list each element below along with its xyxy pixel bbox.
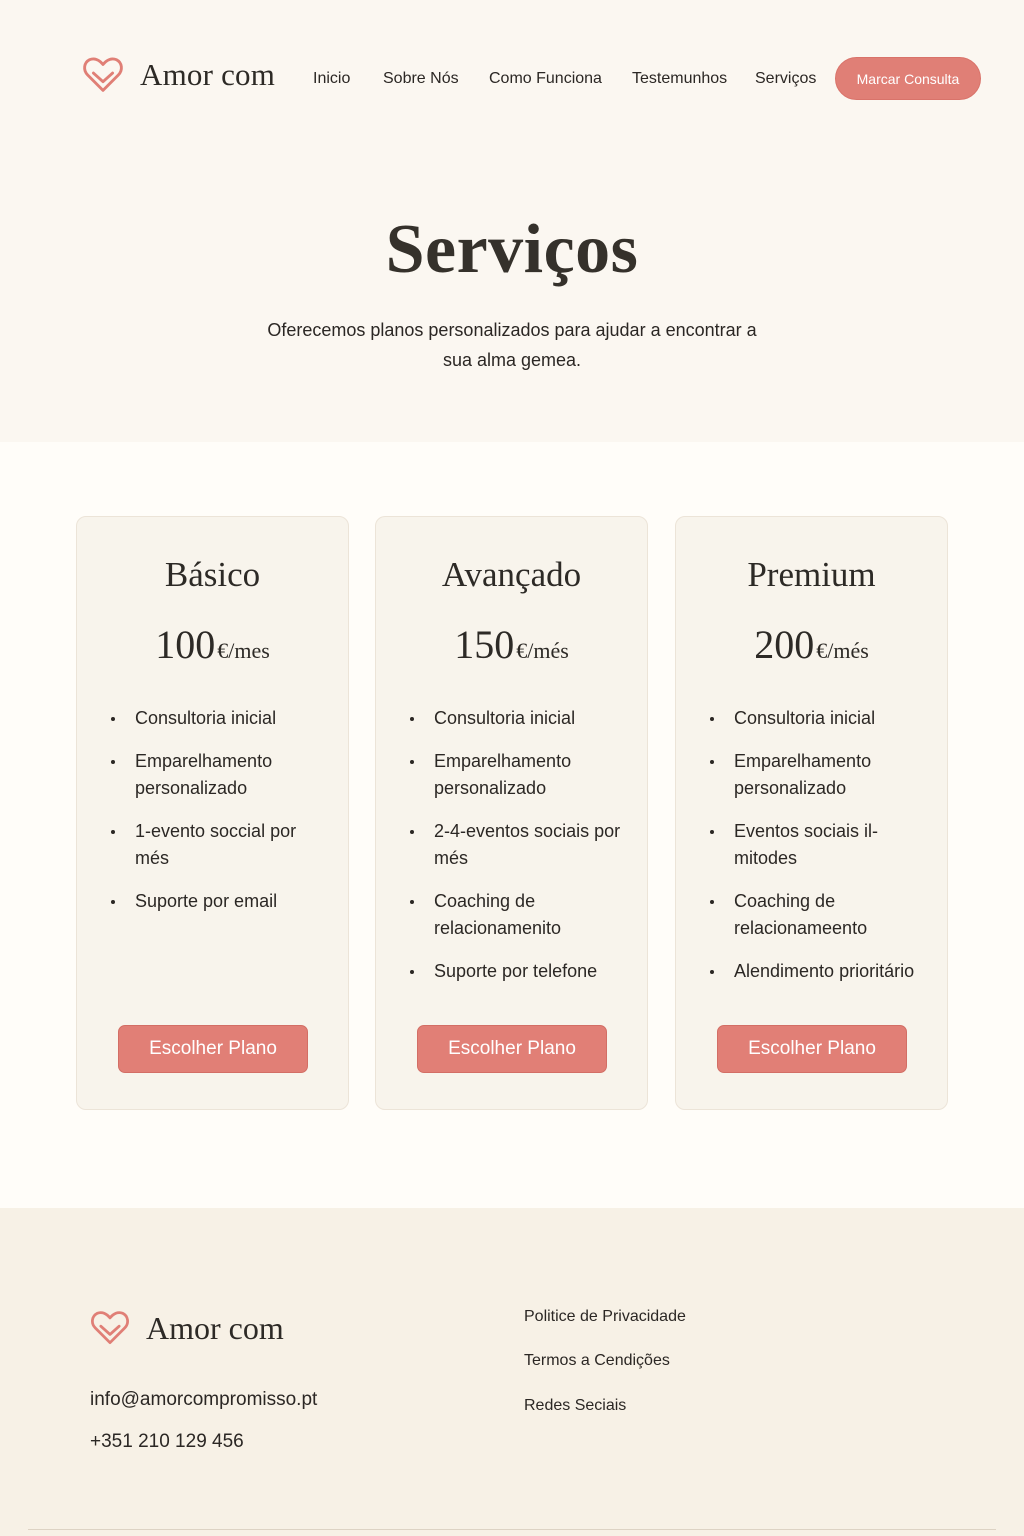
- feature-item: Alendimento prioritário: [710, 958, 933, 985]
- footer-brand-name: Amor com: [146, 1309, 284, 1346]
- feature-item: Suporte por email: [111, 888, 334, 915]
- bullet-icon: [111, 830, 115, 834]
- heart-logo-icon: [91, 1311, 129, 1345]
- bullet-icon: [410, 900, 414, 904]
- plan-name: Básico: [164, 555, 261, 594]
- nav-item-testemunhos[interactable]: Testemunhos: [632, 70, 727, 88]
- nav-item-inicio[interactable]: Inicio: [313, 70, 350, 88]
- feature-item: Coaching de relacionameento: [710, 888, 933, 942]
- footer-brand-logo[interactable]: Amor com: [88, 1306, 284, 1350]
- plan-price: 100€/mes: [77, 621, 348, 668]
- bullet-icon: [710, 970, 714, 974]
- price-amount: 150: [454, 622, 515, 667]
- heart-logo-icon: [83, 57, 123, 92]
- plan-name: Premium: [747, 555, 876, 594]
- feature-item: Coaching de relacionamenito: [410, 888, 633, 942]
- feature-item: Consultoria inicial: [111, 705, 334, 732]
- plan-card-avancado: Avançado 150€/més Consultoria inicial Em…: [375, 516, 648, 1110]
- page-subtitle: Oferecemos planos personalizados para aj…: [267, 320, 757, 370]
- plan-price: 200€/més: [676, 621, 947, 668]
- plan-price: 150€/més: [376, 621, 647, 668]
- bullet-icon: [410, 717, 414, 721]
- footer-link-terms[interactable]: Termos a Cendições: [524, 1352, 670, 1370]
- bullet-icon: [111, 900, 115, 904]
- brand-logo[interactable]: Amor com: [80, 52, 275, 98]
- book-consultation-button[interactable]: Marcar Consulta: [835, 57, 981, 100]
- feature-item: Emparelhamento personalizado: [111, 748, 334, 802]
- bullet-icon: [710, 830, 714, 834]
- site-header: Amor com Inicio Sobre Nós Como Funciona …: [0, 0, 1024, 160]
- bullet-icon: [710, 900, 714, 904]
- brand-name: Amor com: [140, 57, 276, 92]
- price-unit: €/més: [816, 638, 869, 663]
- hero-section: Serviços Oferecemos planos personalizado…: [0, 160, 1024, 442]
- choose-plan-button-avancado[interactable]: Escolher Plano: [417, 1025, 607, 1073]
- bullet-icon: [410, 830, 414, 834]
- site-footer: Amor com info@amorcompromisso.pt +351 21…: [0, 1208, 1024, 1536]
- footer-phone[interactable]: +351 210 129 456: [90, 1431, 244, 1453]
- feature-item: Eventos sociais il-mitodes: [710, 818, 933, 872]
- price-amount: 100: [155, 622, 216, 667]
- choose-plan-button-basico[interactable]: Escolher Plano: [118, 1025, 308, 1073]
- feature-item: Emparelhamento personalizado: [410, 748, 633, 802]
- nav-item-servicos[interactable]: Serviços: [755, 70, 816, 88]
- feature-item: Suporte por telefone: [410, 958, 633, 985]
- feature-list: Consultoria inicial Emparelhamento perso…: [410, 705, 633, 1001]
- feature-list: Consultoria inicial Emparelhamento perso…: [111, 705, 334, 931]
- feature-item: Consultoria inicial: [710, 705, 933, 732]
- bullet-icon: [111, 717, 115, 721]
- nav-item-como-funciona[interactable]: Como Funciona: [489, 70, 602, 88]
- footer-link-social[interactable]: Redes Seciais: [524, 1397, 626, 1415]
- bullet-icon: [410, 760, 414, 764]
- plan-card-basico: Básico 100€/mes Consultoria inicial Empa…: [76, 516, 349, 1110]
- plan-name: Avançado: [441, 555, 582, 594]
- page-title: Serviços: [385, 211, 639, 288]
- bullet-icon: [710, 717, 714, 721]
- price-amount: 200: [754, 622, 815, 667]
- feature-item: 2-4-eventos sociais por més: [410, 818, 633, 872]
- feature-item: Consultoria inicial: [410, 705, 633, 732]
- price-unit: €/mes: [217, 638, 270, 663]
- feature-item: Emparelhamento personalizado: [710, 748, 933, 802]
- feature-list: Consultoria inicial Emparelhamento perso…: [710, 705, 933, 1001]
- plan-card-premium: Premium 200€/més Consultoria inicial Emp…: [675, 516, 948, 1110]
- footer-email-link[interactable]: info@amorcompromisso.pt: [90, 1389, 317, 1411]
- choose-plan-button-premium[interactable]: Escolher Plano: [717, 1025, 907, 1073]
- bullet-icon: [111, 760, 115, 764]
- price-unit: €/més: [516, 638, 569, 663]
- bullet-icon: [410, 970, 414, 974]
- footer-link-privacy[interactable]: Politice de Privacidade: [524, 1308, 686, 1326]
- nav-item-sobre-nos[interactable]: Sobre Nós: [383, 70, 459, 88]
- footer-divider: [28, 1529, 996, 1530]
- bullet-icon: [710, 760, 714, 764]
- feature-item: 1-evento soccial por més: [111, 818, 334, 872]
- pricing-section: Básico 100€/mes Consultoria inicial Empa…: [0, 442, 1024, 1208]
